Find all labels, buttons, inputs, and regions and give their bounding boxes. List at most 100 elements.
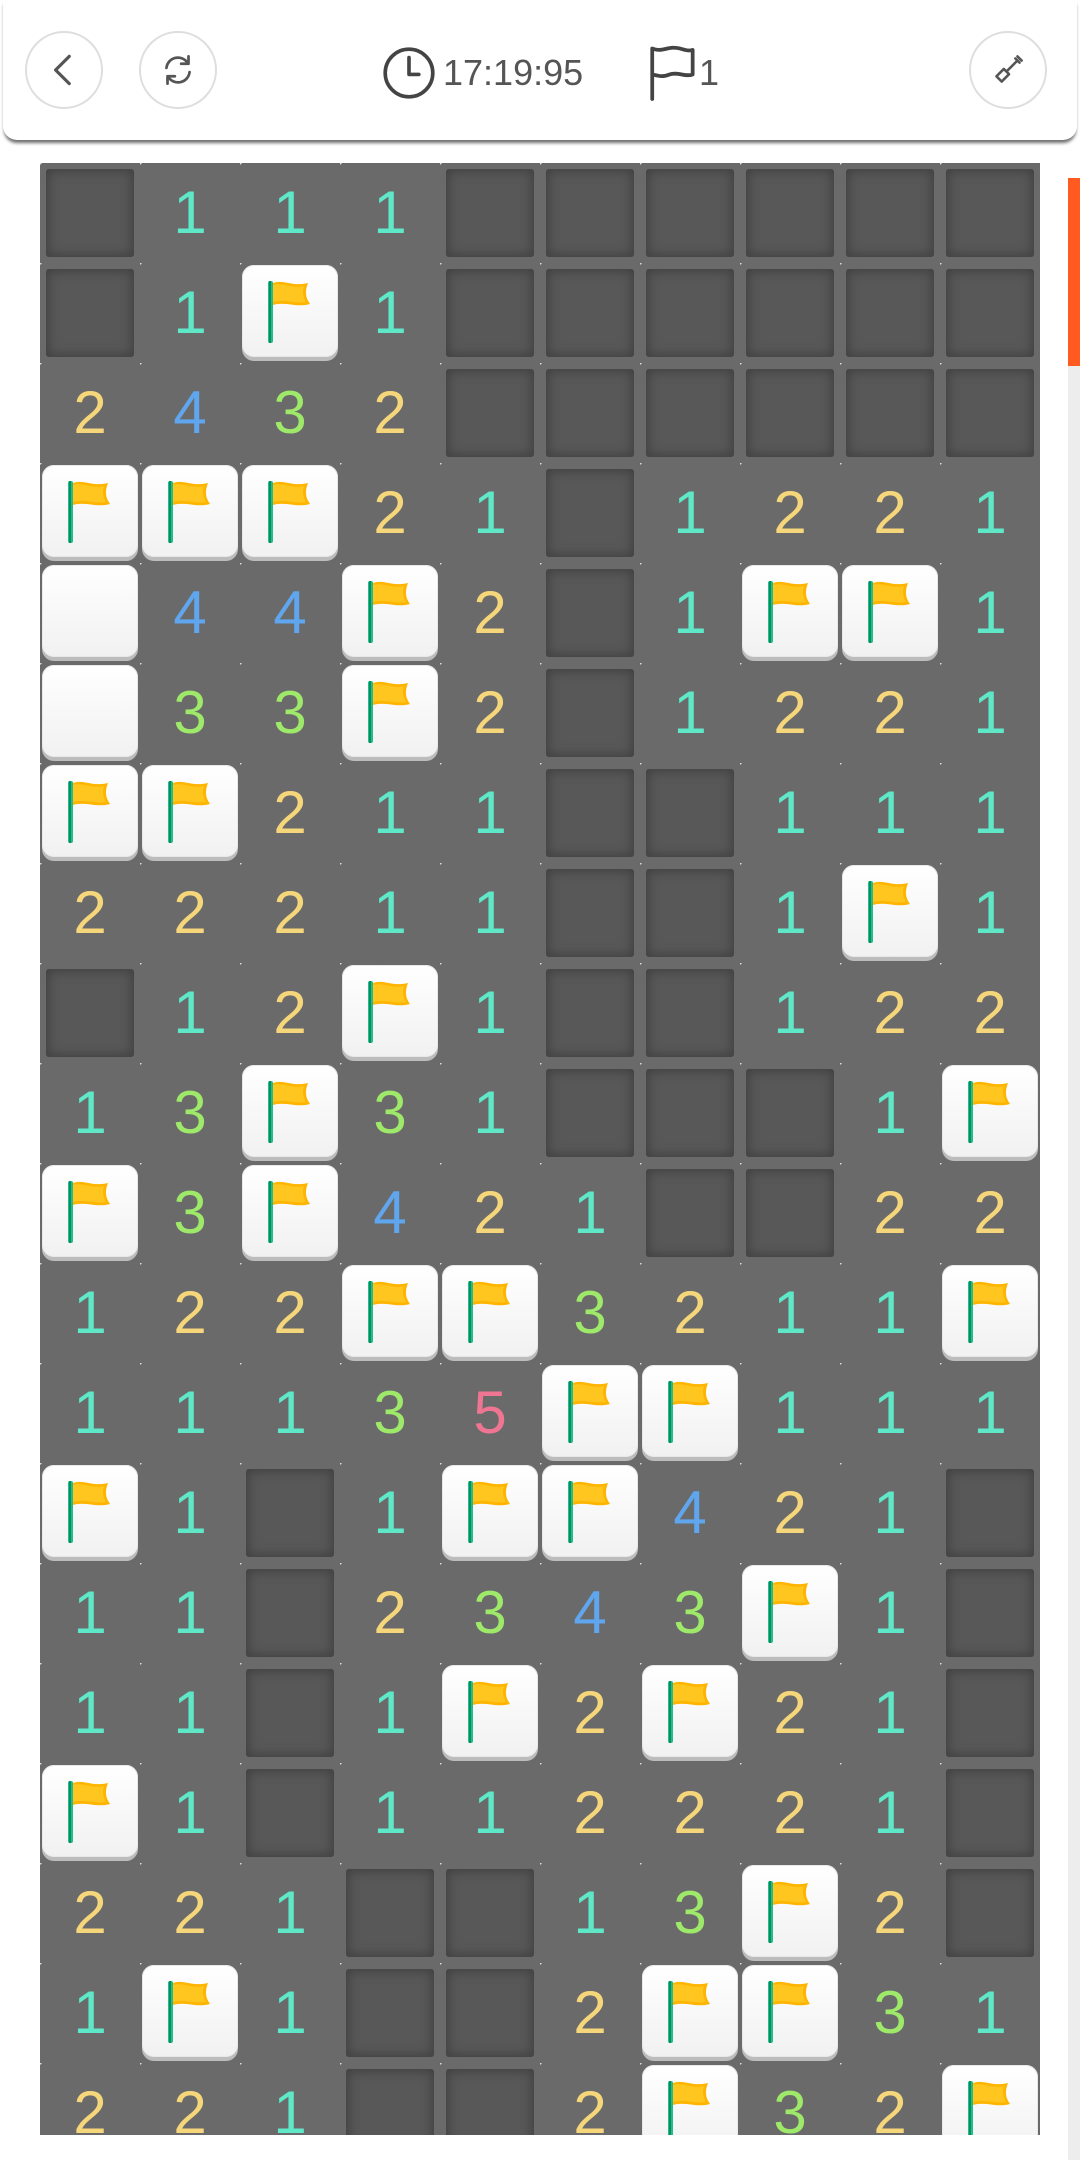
number-cell[interactable]: 1 — [640, 663, 740, 763]
back-button[interactable] — [25, 31, 103, 109]
number-cell[interactable]: 2 — [240, 763, 340, 863]
hidden-cell[interactable] — [40, 263, 140, 363]
number-cell[interactable]: 1 — [840, 763, 940, 863]
hidden-cell[interactable] — [340, 1963, 440, 2063]
hidden-cell[interactable] — [840, 263, 940, 363]
number-cell[interactable]: 2 — [740, 1463, 840, 1563]
hidden-cell[interactable] — [540, 663, 640, 763]
number-cell[interactable]: 1 — [940, 663, 1040, 763]
number-cell[interactable]: 1 — [840, 1063, 940, 1163]
flagged-cell[interactable] — [840, 863, 940, 963]
number-cell[interactable]: 1 — [340, 1763, 440, 1863]
number-cell[interactable]: 1 — [840, 1563, 940, 1663]
hidden-cell[interactable] — [540, 763, 640, 863]
hidden-cell[interactable] — [940, 1663, 1040, 1763]
flagged-cell[interactable] — [340, 963, 440, 1063]
number-cell[interactable]: 1 — [240, 163, 340, 263]
flagged-cell[interactable] — [640, 1963, 740, 2063]
hidden-cell[interactable] — [940, 1463, 1040, 1563]
hidden-cell[interactable] — [940, 1763, 1040, 1863]
number-cell[interactable]: 1 — [940, 1363, 1040, 1463]
number-cell[interactable]: 2 — [40, 863, 140, 963]
hidden-cell[interactable] — [840, 363, 940, 463]
number-cell[interactable]: 2 — [940, 963, 1040, 1063]
number-cell[interactable]: 1 — [340, 263, 440, 363]
number-cell[interactable]: 4 — [140, 363, 240, 463]
hidden-cell[interactable] — [540, 263, 640, 363]
flagged-cell[interactable] — [40, 463, 140, 563]
flagged-cell[interactable] — [440, 1663, 540, 1763]
flagged-cell[interactable] — [340, 1263, 440, 1363]
hidden-cell[interactable] — [640, 1063, 740, 1163]
number-cell[interactable]: 2 — [840, 1863, 940, 1963]
number-cell[interactable]: 3 — [440, 1563, 540, 1663]
number-cell[interactable]: 2 — [740, 463, 840, 563]
hidden-cell[interactable] — [340, 2063, 440, 2135]
flagged-cell[interactable] — [240, 1063, 340, 1163]
hidden-cell[interactable] — [240, 1663, 340, 1763]
number-cell[interactable]: 1 — [240, 2063, 340, 2136]
number-cell[interactable]: 1 — [840, 1363, 940, 1463]
revealed-blank-cell[interactable] — [40, 663, 140, 763]
hidden-cell[interactable] — [540, 1063, 640, 1163]
number-cell[interactable]: 1 — [340, 1663, 440, 1763]
number-cell[interactable]: 2 — [840, 463, 940, 563]
number-cell[interactable]: 1 — [440, 963, 540, 1063]
number-cell[interactable]: 4 — [240, 563, 340, 663]
flagged-cell[interactable] — [640, 2063, 740, 2135]
number-cell[interactable]: 3 — [340, 1063, 440, 1163]
flagged-cell[interactable] — [740, 1563, 840, 1663]
number-cell[interactable]: 1 — [640, 563, 740, 663]
number-cell[interactable]: 3 — [740, 2063, 840, 2136]
number-cell[interactable]: 1 — [440, 1063, 540, 1163]
number-cell[interactable]: 3 — [640, 1563, 740, 1663]
number-cell[interactable]: 1 — [740, 1363, 840, 1463]
flagged-cell[interactable] — [640, 1363, 740, 1463]
number-cell[interactable]: 1 — [140, 963, 240, 1063]
flagged-cell[interactable] — [940, 1263, 1040, 1363]
restart-button[interactable] — [139, 31, 217, 109]
hidden-cell[interactable] — [740, 1063, 840, 1163]
flagged-cell[interactable] — [940, 2063, 1040, 2135]
number-cell[interactable]: 1 — [140, 1763, 240, 1863]
number-cell[interactable]: 1 — [40, 1563, 140, 1663]
hidden-cell[interactable] — [840, 163, 940, 263]
hidden-cell[interactable] — [740, 163, 840, 263]
number-cell[interactable]: 2 — [140, 863, 240, 963]
hidden-cell[interactable] — [540, 363, 640, 463]
number-cell[interactable]: 1 — [140, 1563, 240, 1663]
number-cell[interactable]: 3 — [340, 1363, 440, 1463]
flagged-cell[interactable] — [740, 563, 840, 663]
hidden-cell[interactable] — [540, 963, 640, 1063]
flagged-cell[interactable] — [40, 1463, 140, 1563]
flagged-cell[interactable] — [140, 1963, 240, 2063]
hidden-cell[interactable] — [640, 363, 740, 463]
number-cell[interactable]: 1 — [740, 1263, 840, 1363]
hidden-cell[interactable] — [440, 1963, 540, 2063]
flagged-cell[interactable] — [240, 263, 340, 363]
number-cell[interactable]: 1 — [540, 1163, 640, 1263]
hidden-cell[interactable] — [740, 263, 840, 363]
flagged-cell[interactable] — [740, 1863, 840, 1963]
number-cell[interactable]: 1 — [940, 863, 1040, 963]
number-cell[interactable]: 2 — [340, 1563, 440, 1663]
number-cell[interactable]: 5 — [440, 1363, 540, 1463]
number-cell[interactable]: 1 — [840, 1263, 940, 1363]
number-cell[interactable]: 2 — [140, 1863, 240, 1963]
number-cell[interactable]: 1 — [940, 563, 1040, 663]
number-cell[interactable]: 2 — [440, 1163, 540, 1263]
number-cell[interactable]: 4 — [340, 1163, 440, 1263]
number-cell[interactable]: 3 — [840, 1963, 940, 2063]
number-cell[interactable]: 3 — [640, 1863, 740, 1963]
hidden-cell[interactable] — [240, 1463, 340, 1563]
flagged-cell[interactable] — [440, 1263, 540, 1363]
hidden-cell[interactable] — [740, 1163, 840, 1263]
number-cell[interactable]: 4 — [140, 563, 240, 663]
number-cell[interactable]: 1 — [740, 963, 840, 1063]
hidden-cell[interactable] — [640, 763, 740, 863]
number-cell[interactable]: 1 — [140, 1463, 240, 1563]
number-cell[interactable]: 2 — [840, 2063, 940, 2136]
flagged-cell[interactable] — [340, 663, 440, 763]
number-cell[interactable]: 2 — [540, 1963, 640, 2063]
number-cell[interactable]: 2 — [740, 1663, 840, 1763]
